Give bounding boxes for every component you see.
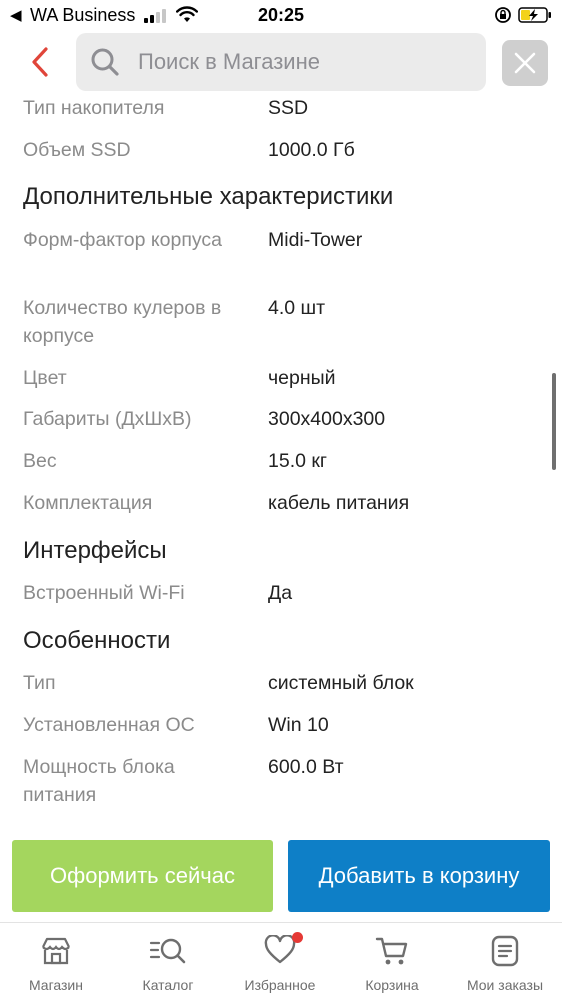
spec-value: Да <box>268 582 293 604</box>
tab-label: Мои заказы <box>466 977 544 993</box>
search-bar[interactable] <box>76 33 486 91</box>
heart-icon <box>264 935 296 964</box>
spec-value: SSD <box>268 97 309 119</box>
spec-label: Габариты (ДхШхВ) <box>23 408 192 430</box>
catalog-search-icon <box>149 938 186 964</box>
spec-label: Комплектация <box>23 492 153 514</box>
add-to-cart-button[interactable]: Добавить в корзину <box>288 840 550 912</box>
tab-label: Магазин <box>28 977 83 993</box>
spec-value: 1000.0 Гб <box>268 139 355 161</box>
bottom-tab-bar: Магазин Каталог Избранное Корзина Мои за… <box>0 922 562 999</box>
tab-catalog[interactable]: Каталог <box>112 923 224 999</box>
spec-value: 600.0 Вт <box>268 756 344 778</box>
tab-favorites[interactable]: Избранное <box>224 923 336 999</box>
back-button[interactable] <box>26 44 56 80</box>
status-bar: ◀ WA Business 20:25 <box>0 0 562 30</box>
spec-label: Объем SSD <box>23 139 131 161</box>
orders-icon <box>491 935 519 967</box>
spec-label: Вес <box>23 450 57 472</box>
spec-label: Цвет <box>23 367 67 389</box>
spec-value: 300x400x300 <box>268 408 386 430</box>
status-time: 20:25 <box>257 5 305 25</box>
spec-value: черный <box>268 367 336 389</box>
spec-value: 15.0 кг <box>268 450 328 472</box>
spec-value: 4.0 шт <box>268 297 326 319</box>
store-icon <box>42 937 70 965</box>
spec-value: кабель питания <box>268 492 410 514</box>
close-button[interactable] <box>502 40 548 86</box>
notification-dot <box>292 932 303 943</box>
spec-value: Midi-Tower <box>268 229 363 251</box>
scrollbar[interactable] <box>552 373 556 470</box>
spec-value: Win 10 <box>268 714 329 736</box>
section-title: Особенности <box>23 627 171 654</box>
spec-label: Мощность блока питания <box>23 756 175 806</box>
spec-label: Количество кулеров в корпусе <box>23 297 222 347</box>
specs-list[interactable]: Тип накопителя SSD Объем SSD 1000.0 Гб Д… <box>0 92 562 822</box>
tab-label: Корзина <box>365 977 419 993</box>
tab-cart[interactable]: Корзина <box>336 923 448 999</box>
spec-label: Форм-фактор корпуса <box>23 229 222 251</box>
tab-label: Каталог <box>142 977 194 993</box>
tab-store[interactable]: Магазин <box>0 923 112 999</box>
spec-label: Тип <box>23 672 56 694</box>
search-icon <box>91 48 119 76</box>
close-icon <box>514 52 536 74</box>
orientation-lock-icon <box>495 7 511 23</box>
spec-label: Встроенный Wi-Fi <box>23 582 185 604</box>
chevron-left-icon <box>32 47 48 77</box>
spec-value: системный блок <box>268 672 414 694</box>
search-input[interactable] <box>138 43 468 81</box>
battery-icon <box>518 7 551 23</box>
spec-label: Тип накопителя <box>23 97 165 119</box>
section-title: Интерфейсы <box>23 537 167 564</box>
cart-icon <box>375 937 408 965</box>
tab-orders[interactable]: Мои заказы <box>449 923 561 999</box>
spec-label: Установленная ОС <box>23 714 195 736</box>
buy-now-button[interactable]: Оформить сейчас <box>12 840 273 912</box>
tab-label: Избранное <box>244 977 316 993</box>
section-title: Дополнительные характеристики <box>23 183 394 210</box>
